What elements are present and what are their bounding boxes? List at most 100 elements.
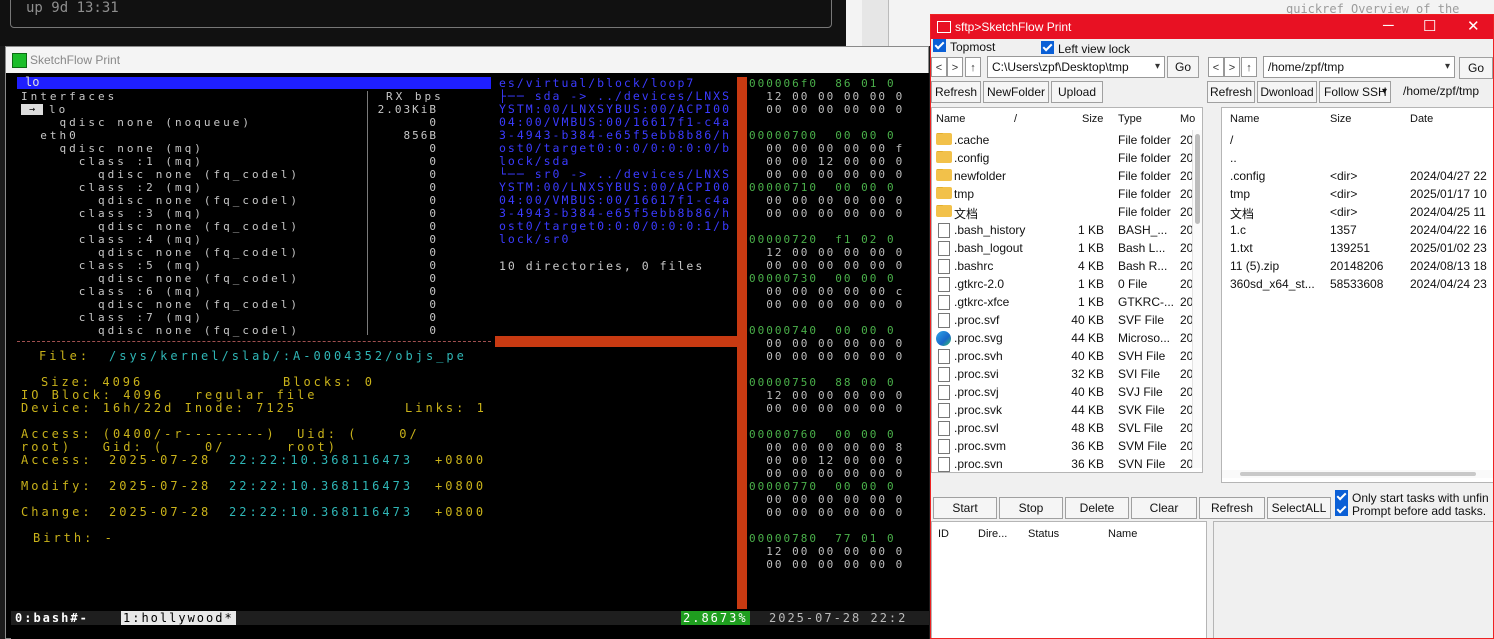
maximize-icon[interactable]: ☐ [1423,17,1436,35]
select-all-button[interactable]: SelectALL [1267,497,1331,519]
local-file-row[interactable]: .proc.svk 44 KB SVK File 20 [932,402,1202,420]
interface-row[interactable]: class :3 (mq) [21,207,204,220]
col-task-name[interactable]: Name [1108,528,1137,540]
remote-hscroll[interactable] [1222,470,1493,478]
remote-refresh-button[interactable]: Refresh [1207,81,1255,103]
interface-row[interactable]: qdisc none (fq_codel) [21,194,300,207]
prompt-checkbox[interactable]: Prompt before add tasks. [1335,503,1486,518]
col-size[interactable]: Size [1330,113,1351,125]
remote-file-row[interactable]: / [1222,132,1493,150]
close-icon[interactable]: ✕ [1467,17,1480,35]
local-file-row[interactable]: .bash_logout 1 KB Bash L... 20 [932,240,1202,258]
local-file-row[interactable]: .bash_history 1 KB BASH_... 20 [932,222,1202,240]
back-button[interactable]: < [931,57,947,77]
task-list[interactable]: ID Dire... Status Name [931,521,1207,638]
pane-split-vertical[interactable] [737,77,747,609]
status-window[interactable]: 1:hollywood* [121,611,236,625]
forward-button[interactable]: > [947,57,963,77]
local-file-row[interactable]: .proc.svi 32 KB SVI File 20 [932,366,1202,384]
topmost-checkbox[interactable]: Topmost [933,39,995,54]
col-id[interactable]: ID [938,528,949,540]
local-file-row[interactable]: .proc.svh 40 KB SVH File 20 [932,348,1202,366]
interface-row[interactable]: class :6 (mq) [21,285,204,298]
local-refresh-button[interactable]: Refresh [931,81,981,103]
col-modified[interactable]: Mo [1180,113,1195,125]
clear-button[interactable]: Clear [1131,497,1197,519]
task-refresh-button[interactable]: Refresh [1199,497,1265,519]
remote-file-row[interactable]: 文档 <dir> 2024/04/25 11 [1222,204,1493,222]
interface-row[interactable]: class :5 (mq) [21,259,204,272]
interface-row[interactable]: class :2 (mq) [21,181,204,194]
delete-button[interactable]: Delete [1065,497,1129,519]
up-button[interactable]: ↑ [965,57,981,77]
local-file-row[interactable]: .proc.svl 48 KB SVL File 20 [932,420,1202,438]
download-button[interactable]: Dwonload [1257,81,1317,103]
terminal-area[interactable]: lo Interfaces RX bps lo → 2.03KiB qdisc no… [11,73,929,639]
remote-path-input[interactable]: /home/zpf/tmp ▾ [1263,56,1455,78]
terminal-titlebar[interactable]: SketchFlow Print [6,47,928,73]
chevron-down-icon[interactable]: ▾ [1445,57,1450,77]
interface-row[interactable]: eth0 [21,129,79,142]
col-status[interactable]: Status [1028,528,1059,540]
local-file-row[interactable]: .proc.svn 36 KB SVN File 20 [932,456,1202,472]
local-file-row[interactable]: .gtkrc-xfce 1 KB GTKRC-... 20 [932,294,1202,312]
remote-file-row[interactable]: .config <dir> 2024/04/27 22 [1222,168,1493,186]
minimize-icon[interactable]: ─ [1383,17,1394,34]
local-file-row[interactable]: .proc.svm 36 KB SVM File 20 [932,438,1202,456]
remote-file-row[interactable]: 1.c 1357 2024/04/22 16 [1222,222,1493,240]
interface-row[interactable]: class :1 (mq) [21,155,204,168]
local-file-row[interactable]: .proc.svj 40 KB SVJ File 20 [932,384,1202,402]
local-go-button[interactable]: Go [1167,56,1199,78]
local-file-row[interactable]: .gtkrc-2.0 1 KB 0 File 20 [932,276,1202,294]
stop-button[interactable]: Stop [999,497,1063,519]
remote-up-button[interactable]: ↑ [1241,57,1257,77]
local-file-row[interactable]: .config File folder 20 [932,150,1202,168]
remote-back-button[interactable]: < [1208,57,1224,77]
col-sort[interactable]: / [1014,113,1017,125]
interface-row[interactable]: qdisc none (fq_codel) [21,220,300,233]
local-file-row[interactable]: .proc.svg 44 KB Microso... 20 [932,330,1202,348]
scroll-thumb[interactable] [1195,134,1200,224]
col-name[interactable]: Name [1230,113,1259,125]
remote-file-row[interactable]: tmp <dir> 2025/01/17 10 [1222,186,1493,204]
remote-file-list[interactable]: Name Size Date /.. .config <dir> 2024/04/27… [1221,107,1493,483]
local-file-row[interactable]: .bashrc 4 KB Bash R... 20 [932,258,1202,276]
interface-row[interactable]: lo [49,103,68,116]
local-file-row[interactable]: newfolder File folder 20 [932,168,1202,186]
remote-file-row[interactable]: 1.txt 139251 2025/01/02 23 [1222,240,1493,258]
interface-row[interactable]: qdisc none (fq_codel) [21,246,300,259]
new-folder-button[interactable]: NewFolder [983,81,1049,103]
local-file-row[interactable]: 文档 File folder 20 [932,204,1202,222]
local-vscroll[interactable] [1192,130,1202,468]
interface-row[interactable]: qdisc none (mq) [21,142,204,155]
local-path-input[interactable]: C:\Users\zpf\Desktop\tmp ▾ [987,56,1165,78]
upload-button[interactable]: Upload [1051,81,1103,103]
col-size[interactable]: Size [1082,113,1103,125]
remote-go-button[interactable]: Go [1459,57,1493,79]
col-direction[interactable]: Dire... [978,528,1007,540]
col-date[interactable]: Date [1410,113,1433,125]
left-view-lock-checkbox[interactable]: Left view lock [1041,41,1130,56]
interface-row[interactable]: qdisc none (fq_codel) [21,298,300,311]
interface-row[interactable]: qdisc none (noqueue) [21,116,252,129]
interface-row[interactable]: class :4 (mq) [21,233,204,246]
interface-row[interactable]: qdisc none (fq_codel) [21,324,300,337]
interface-row[interactable]: qdisc none (fq_codel) [21,272,300,285]
follow-ssh-dropdown[interactable]: Follow SSH ▾ [1319,81,1391,103]
col-name[interactable]: Name [936,113,965,125]
remote-file-row[interactable]: .. [1222,150,1493,168]
col-type[interactable]: Type [1118,113,1142,125]
scroll-thumb[interactable] [1240,472,1476,476]
sftp-titlebar[interactable]: sftp>SketchFlow Print ─ ☐ ✕ [931,15,1493,39]
local-file-list[interactable]: Name / Size Type Mo .cache File folder 20.… [931,107,1203,473]
interface-row[interactable]: class :7 (mq) [21,311,204,324]
remote-forward-button[interactable]: > [1224,57,1240,77]
chevron-down-icon[interactable]: ▾ [1155,57,1160,77]
local-file-row[interactable]: tmp File folder 20 [932,186,1202,204]
local-file-row[interactable]: .cache File folder 20 [932,132,1202,150]
interface-row[interactable]: qdisc none (fq_codel) [21,168,300,181]
start-button[interactable]: Start [933,497,997,519]
remote-file-row[interactable]: 11 (5).zip 20148206 2024/08/13 18 [1222,258,1493,276]
local-file-row[interactable]: .proc.svf 40 KB SVF File 20 [932,312,1202,330]
remote-file-row[interactable]: 360sd_x64_st... 58533608 2024/04/24 23 [1222,276,1493,294]
